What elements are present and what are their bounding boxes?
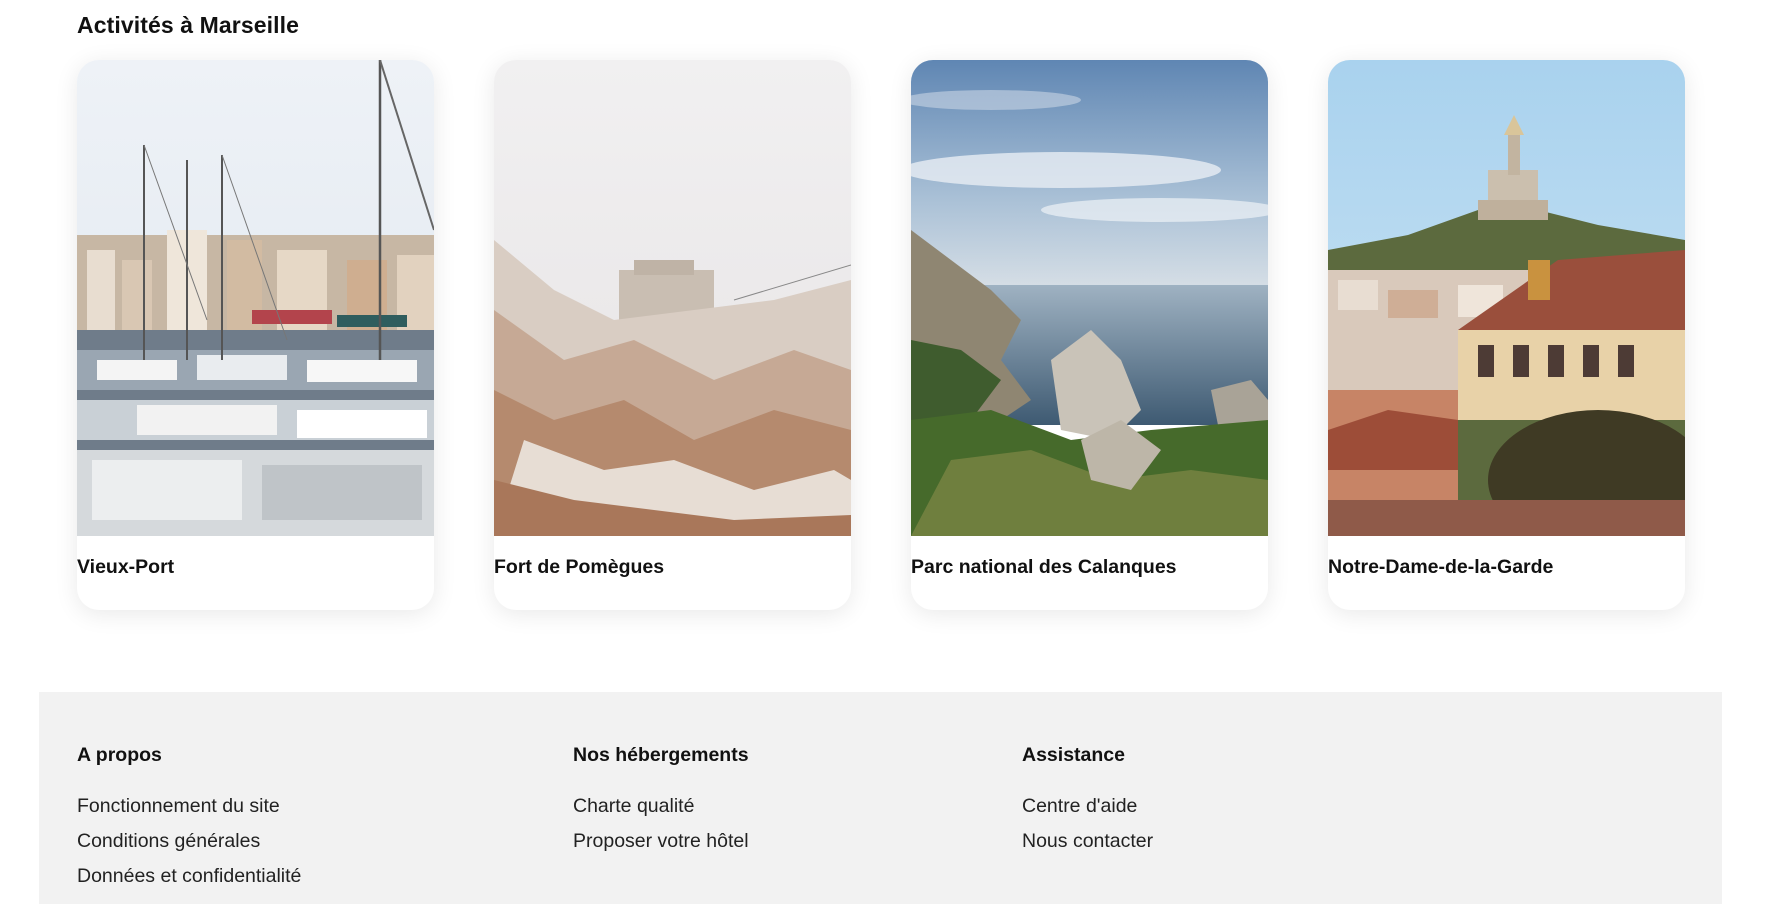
card-title: Parc national des Calanques bbox=[911, 556, 1177, 578]
footer-link-charte[interactable]: Charte qualité bbox=[573, 795, 694, 817]
site-footer: A propos Fonctionnement du site Conditio… bbox=[39, 692, 1722, 904]
footer-link-item: Fonctionnement du site bbox=[77, 795, 301, 818]
activity-card-notre-dame-de-la-garde[interactable]: Notre-Dame-de-la-Garde bbox=[1328, 60, 1685, 610]
footer-links: Centre d'aide Nous contacter bbox=[1022, 795, 1153, 853]
footer-link-item: Nous contacter bbox=[1022, 830, 1153, 853]
notre-dame-de-la-garde-photo bbox=[1328, 60, 1685, 536]
footer-link-item: Charte qualité bbox=[573, 795, 749, 818]
footer-link-fonctionnement[interactable]: Fonctionnement du site bbox=[77, 795, 280, 817]
footer-links: Fonctionnement du site Conditions généra… bbox=[77, 795, 301, 888]
footer-link-conditions[interactable]: Conditions générales bbox=[77, 830, 260, 852]
activity-card-calanques[interactable]: Parc national des Calanques bbox=[911, 60, 1268, 610]
footer-heading: Assistance bbox=[1022, 744, 1125, 766]
calanques-photo bbox=[911, 60, 1268, 536]
vieux-port-photo bbox=[77, 60, 434, 536]
footer-link-donnees[interactable]: Données et confidentialité bbox=[77, 865, 301, 887]
section-title: Activités à Marseille bbox=[77, 12, 299, 38]
card-title: Vieux-Port bbox=[77, 556, 175, 578]
footer-link-centre-aide[interactable]: Centre d'aide bbox=[1022, 795, 1137, 817]
footer-link-item: Conditions générales bbox=[77, 830, 301, 853]
footer-links: Charte qualité Proposer votre hôtel bbox=[573, 795, 749, 853]
activity-card-vieux-port[interactable]: Vieux-Port bbox=[77, 60, 434, 610]
card-title: Notre-Dame-de-la-Garde bbox=[1328, 556, 1554, 578]
footer-column-assistance: Assistance Centre d'aide Nous contacter bbox=[1022, 744, 1153, 865]
footer-link-item: Données et confidentialité bbox=[77, 865, 301, 888]
footer-link-contact[interactable]: Nous contacter bbox=[1022, 830, 1153, 852]
footer-column-hebergements: Nos hébergements Charte qualité Proposer… bbox=[573, 744, 749, 865]
footer-heading: Nos hébergements bbox=[573, 744, 749, 766]
fort-de-pomegues-photo bbox=[494, 60, 851, 536]
footer-heading: A propos bbox=[77, 744, 162, 766]
footer-link-item: Proposer votre hôtel bbox=[573, 830, 749, 853]
footer-link-item: Centre d'aide bbox=[1022, 795, 1153, 818]
card-title: Fort de Pomègues bbox=[494, 556, 665, 578]
activity-cards: Vieux-Port Fort de Pomègues Parc nationa… bbox=[77, 60, 1697, 610]
footer-column-a-propos: A propos Fonctionnement du site Conditio… bbox=[77, 744, 301, 900]
activity-card-fort-de-pomegues[interactable]: Fort de Pomègues bbox=[494, 60, 851, 610]
footer-link-proposer-hotel[interactable]: Proposer votre hôtel bbox=[573, 830, 749, 852]
